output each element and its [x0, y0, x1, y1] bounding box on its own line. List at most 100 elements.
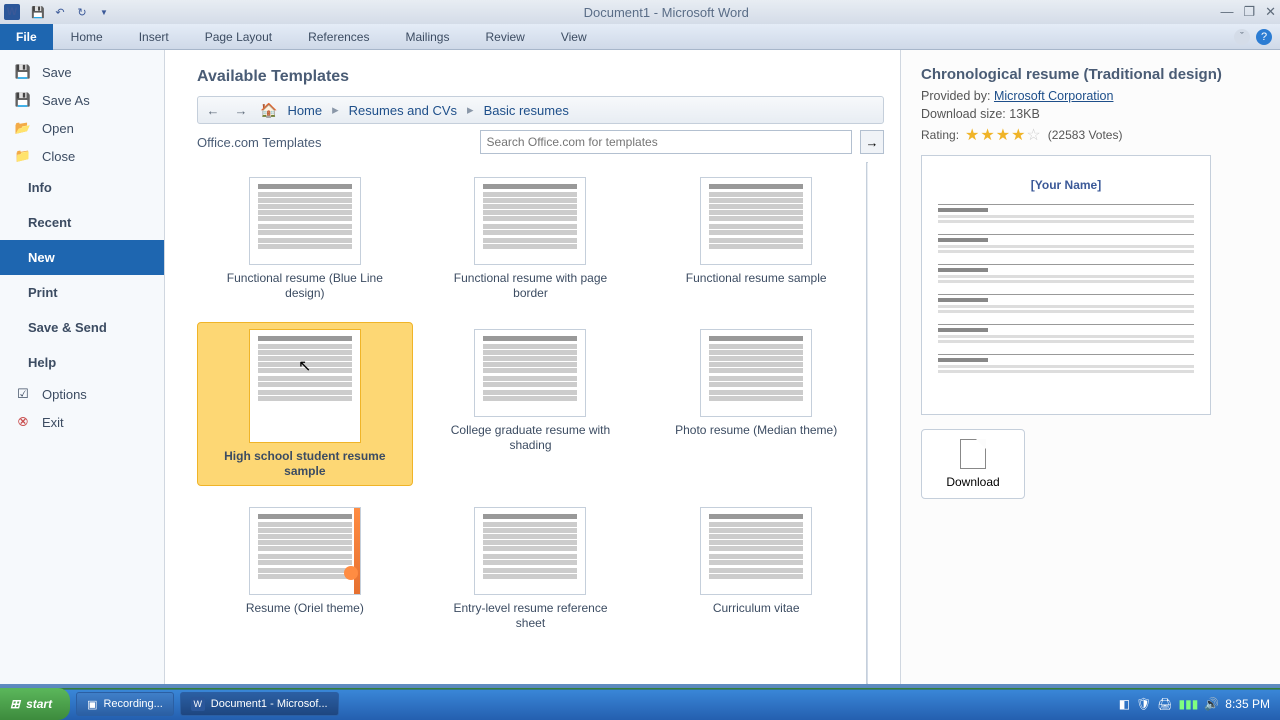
nav-forward-icon[interactable]: →	[232, 103, 250, 118]
tray-icon[interactable]: 🛡	[1136, 697, 1151, 711]
sidebar-recent[interactable]: Recent	[0, 205, 164, 240]
windows-taskbar: ⊞ start ▣ Recording... W Document1 - Mic…	[0, 688, 1280, 720]
sidebar-exit[interactable]: ⮿Exit	[0, 408, 164, 436]
crumb-resumes[interactable]: Resumes and CVs	[349, 103, 457, 118]
preview-your-name: [Your Name]	[938, 178, 1194, 192]
volume-icon[interactable]: 🔊	[1204, 697, 1219, 711]
template-thumbnail	[249, 329, 361, 443]
ribbon-minimize-icon[interactable]: ˇ	[1234, 29, 1250, 45]
template-card-selected[interactable]: High school student resume sample	[197, 322, 413, 486]
template-card[interactable]: College graduate resume with shading	[423, 322, 639, 486]
template-card[interactable]: Curriculum vitae	[648, 500, 864, 638]
close-button[interactable]: ✕	[1265, 4, 1276, 20]
minimize-button[interactable]: —	[1220, 4, 1233, 20]
quick-access-toolbar: W 💾 ↶ ↻ ▼	[4, 4, 112, 20]
template-thumbnail	[474, 507, 586, 595]
sidebar-options[interactable]: ☑Options	[0, 380, 164, 408]
save-as-icon: 💾	[14, 92, 32, 108]
title-bar: W 💾 ↶ ↻ ▼ Document1 - Microsoft Word — ❐…	[0, 0, 1280, 24]
sidebar-open[interactable]: 📂Open	[0, 114, 164, 142]
template-thumbnail	[474, 329, 586, 417]
clock[interactable]: 8:35 PM	[1225, 697, 1270, 711]
save-icon[interactable]: 💾	[30, 4, 46, 20]
preview-title: Chronological resume (Traditional design…	[921, 66, 1260, 83]
tab-file[interactable]: File	[0, 24, 53, 50]
breadcrumb: ← → 🏠 Home ▸ Resumes and CVs ▸ Basic res…	[197, 96, 884, 124]
template-label: Resume (Oriel theme)	[246, 601, 364, 616]
download-button[interactable]: Download	[921, 429, 1025, 499]
save-disk-icon: 💾	[14, 64, 32, 80]
template-label: Functional resume with page border	[445, 271, 615, 301]
sidebar-save-as[interactable]: 💾Save As	[0, 86, 164, 114]
folder-open-icon: 📂	[14, 120, 32, 136]
word-app-icon: W	[4, 4, 20, 20]
scrollbar-thumb[interactable]	[870, 170, 882, 310]
search-input[interactable]	[480, 130, 852, 154]
template-card[interactable]: Photo resume (Median theme)	[648, 322, 864, 486]
tray-icon[interactable]: 🖨	[1157, 697, 1172, 711]
taskbar-item-recording[interactable]: ▣ Recording...	[76, 692, 174, 716]
template-label: Functional resume sample	[686, 271, 827, 286]
template-thumbnail	[474, 177, 586, 265]
restore-button[interactable]: ❐	[1243, 4, 1255, 20]
sidebar-print[interactable]: Print	[0, 275, 164, 310]
sidebar-new[interactable]: New	[0, 240, 164, 275]
sidebar-help[interactable]: Help	[0, 345, 164, 380]
backstage-view: 💾Save 💾Save As 📂Open 📁Close Info Recent …	[0, 50, 1280, 684]
template-label: Photo resume (Median theme)	[675, 423, 837, 438]
tab-view[interactable]: View	[543, 24, 605, 50]
ribbon-tabs: File Home Insert Page Layout References …	[0, 24, 1280, 50]
sidebar-close[interactable]: 📁Close	[0, 142, 164, 170]
exit-icon: ⮿	[14, 414, 32, 430]
nav-back-icon[interactable]: ←	[204, 103, 222, 118]
template-card[interactable]: Resume (Oriel theme)	[197, 500, 413, 638]
template-preview-panel: Chronological resume (Traditional design…	[900, 50, 1280, 684]
available-templates-heading: Available Templates	[197, 68, 884, 86]
template-card[interactable]: Functional resume with page border	[423, 170, 639, 308]
tab-mailings[interactable]: Mailings	[387, 24, 467, 50]
start-button[interactable]: ⊞ start	[0, 688, 70, 720]
chevron-right-icon: ▸	[467, 102, 474, 118]
close-file-icon: 📁	[14, 148, 32, 164]
search-go-button[interactable]: →	[860, 130, 884, 154]
vote-count: (22583 Votes)	[1048, 128, 1123, 142]
template-label: High school student resume sample	[220, 449, 390, 479]
tab-page-layout[interactable]: Page Layout	[187, 24, 290, 50]
crumb-home[interactable]: Home	[287, 103, 322, 118]
template-label: College graduate resume with shading	[445, 423, 615, 453]
tab-references[interactable]: References	[290, 24, 387, 50]
templates-main: Available Templates ← → 🏠 Home ▸ Resumes…	[165, 50, 900, 684]
crumb-basic[interactable]: Basic resumes	[484, 103, 569, 118]
tab-review[interactable]: Review	[467, 24, 542, 50]
taskbar-item-word[interactable]: W Document1 - Microsof...	[180, 692, 339, 716]
preview-provider: Provided by: Microsoft Corporation	[921, 89, 1260, 103]
template-thumbnail	[700, 329, 812, 417]
template-label: Entry-level resume reference sheet	[445, 601, 615, 631]
sidebar-info[interactable]: Info	[0, 170, 164, 205]
template-card[interactable]: Functional resume (Blue Line design)	[197, 170, 413, 308]
chevron-right-icon: ▸	[332, 102, 339, 118]
provider-link[interactable]: Microsoft Corporation	[994, 89, 1114, 103]
star-rating-icon: ★★★★☆	[965, 125, 1042, 145]
options-icon: ☑	[14, 386, 32, 402]
tray-icon[interactable]: ◧	[1119, 697, 1130, 711]
template-thumbnail	[249, 507, 361, 595]
undo-icon[interactable]: ↶	[52, 4, 68, 20]
template-card[interactable]: Functional resume sample	[648, 170, 864, 308]
tab-insert[interactable]: Insert	[121, 24, 187, 50]
document-icon	[960, 439, 986, 469]
sidebar-save[interactable]: 💾Save	[0, 58, 164, 86]
redo-icon[interactable]: ↻	[74, 4, 90, 20]
template-thumbnail	[249, 177, 361, 265]
tab-home[interactable]: Home	[53, 24, 121, 50]
preview-large-thumbnail: [Your Name]	[921, 155, 1211, 415]
template-label: Curriculum vitae	[713, 601, 800, 616]
sidebar-save-send[interactable]: Save & Send	[0, 310, 164, 345]
help-icon[interactable]: ?	[1256, 29, 1272, 45]
template-label: Functional resume (Blue Line design)	[220, 271, 390, 301]
qat-dropdown-icon[interactable]: ▼	[96, 4, 112, 20]
network-icon[interactable]: ▮▮▮	[1179, 697, 1199, 711]
home-icon[interactable]: 🏠	[260, 102, 277, 119]
template-card[interactable]: Entry-level resume reference sheet	[423, 500, 639, 638]
backstage-sidebar: 💾Save 💾Save As 📂Open 📁Close Info Recent …	[0, 50, 165, 684]
